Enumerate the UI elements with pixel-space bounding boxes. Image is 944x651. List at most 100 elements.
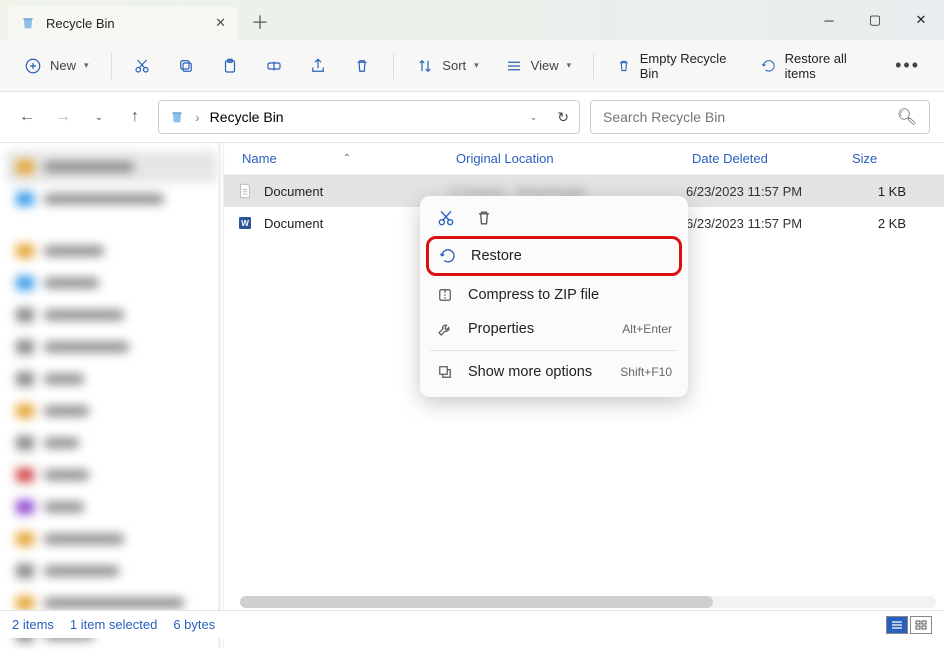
delete-button[interactable] bbox=[343, 51, 381, 81]
word-file-icon: W bbox=[236, 214, 254, 232]
sidebar-item[interactable] bbox=[6, 491, 217, 523]
view-label: View bbox=[531, 58, 559, 73]
chevron-down-icon: ▾ bbox=[474, 60, 479, 71]
restore-icon bbox=[439, 247, 457, 265]
thumbnails-view-button[interactable] bbox=[910, 616, 932, 634]
search-icon[interactable]: 🔍︎ bbox=[897, 107, 917, 127]
maximize-button[interactable]: ▢ bbox=[852, 0, 898, 40]
sidebar-item[interactable] bbox=[6, 459, 217, 491]
trash-icon bbox=[353, 57, 371, 75]
sort-asc-icon: ⌃ bbox=[343, 153, 351, 164]
empty-label: Empty Recycle Bin bbox=[640, 51, 735, 81]
sidebar-item[interactable] bbox=[6, 427, 217, 459]
ctx-properties-label: Properties bbox=[468, 321, 534, 337]
ctx-properties-shortcut: Alt+Enter bbox=[622, 322, 672, 336]
file-size: 1 KB bbox=[846, 184, 920, 199]
copy-icon bbox=[177, 57, 195, 75]
back-button[interactable]: ← bbox=[14, 104, 40, 130]
new-button[interactable]: New ▾ bbox=[14, 51, 99, 81]
details-view-button[interactable] bbox=[886, 616, 908, 634]
horizontal-scrollbar[interactable] bbox=[240, 596, 936, 608]
sidebar-item[interactable] bbox=[6, 267, 217, 299]
chevron-down-icon[interactable]: ⌄ bbox=[530, 112, 538, 123]
sidebar-item[interactable] bbox=[6, 363, 217, 395]
tab-title: Recycle Bin bbox=[46, 16, 115, 31]
window-controls: ─ ▢ ✕ bbox=[806, 0, 944, 40]
sidebar-item[interactable] bbox=[6, 331, 217, 363]
cut-button[interactable] bbox=[123, 51, 161, 81]
search-input[interactable] bbox=[603, 109, 897, 125]
recycle-bin-icon bbox=[169, 109, 185, 125]
recycle-bin-icon bbox=[20, 15, 36, 31]
sidebar bbox=[0, 143, 224, 648]
paste-icon bbox=[221, 57, 239, 75]
restore-highlight: Restore bbox=[426, 236, 682, 276]
restore-icon bbox=[761, 57, 777, 75]
view-icon bbox=[505, 57, 523, 75]
forward-button[interactable]: → bbox=[50, 104, 76, 130]
empty-bin-button[interactable]: Empty Recycle Bin bbox=[606, 45, 745, 87]
ctx-restore[interactable]: Restore bbox=[429, 239, 679, 273]
navbar: ← → ⌄ ↑ › Recycle Bin ⌄ ↻ 🔍︎ bbox=[0, 92, 944, 142]
ctx-more-label: Show more options bbox=[468, 364, 592, 380]
context-menu: Restore Compress to ZIP file Properties … bbox=[420, 196, 688, 397]
text-file-icon bbox=[236, 182, 254, 200]
view-button[interactable]: View ▾ bbox=[495, 51, 581, 81]
share-icon bbox=[309, 57, 327, 75]
paste-button[interactable] bbox=[211, 51, 249, 81]
ctx-restore-label: Restore bbox=[471, 248, 522, 264]
status-selection: 1 item selected bbox=[70, 617, 157, 632]
minimize-button[interactable]: ─ bbox=[806, 0, 852, 40]
sidebar-item[interactable] bbox=[6, 299, 217, 331]
file-name: Document bbox=[264, 216, 323, 231]
close-window-button[interactable]: ✕ bbox=[898, 0, 944, 40]
ctx-more-options[interactable]: Show more options Shift+F10 bbox=[426, 355, 682, 389]
new-label: New bbox=[50, 58, 76, 73]
tab-recycle-bin[interactable]: Recycle Bin ✕ bbox=[8, 6, 238, 40]
col-name-header[interactable]: Name⌃ bbox=[242, 151, 456, 166]
sidebar-item[interactable] bbox=[6, 151, 217, 183]
col-deleted-header[interactable]: Date Deleted bbox=[692, 151, 852, 166]
path-separator: › bbox=[195, 109, 200, 125]
address-path: Recycle Bin bbox=[210, 109, 284, 125]
ctx-compress[interactable]: Compress to ZIP file bbox=[426, 278, 682, 312]
trash-icon bbox=[616, 57, 632, 75]
search-box[interactable]: 🔍︎ bbox=[590, 100, 930, 134]
trash-icon[interactable] bbox=[474, 208, 494, 228]
toolbar: New ▾ Sort ▾ View ▾ Empty Recycle Bin Re… bbox=[0, 40, 944, 92]
file-name: Document bbox=[264, 184, 323, 199]
sidebar-item[interactable] bbox=[6, 235, 217, 267]
column-headers: Name⌃ Original Location Date Deleted Siz… bbox=[224, 143, 944, 175]
new-tab-button[interactable]: ＋ bbox=[244, 6, 276, 38]
tab-close-icon[interactable]: ✕ bbox=[215, 15, 226, 31]
ctx-properties[interactable]: Properties Alt+Enter bbox=[426, 312, 682, 346]
more-button[interactable]: ••• bbox=[885, 49, 930, 82]
copy-button[interactable] bbox=[167, 51, 205, 81]
status-bar: 2 items 1 item selected 6 bytes bbox=[0, 610, 944, 638]
up-button[interactable]: ↑ bbox=[122, 104, 148, 130]
rename-icon bbox=[265, 57, 283, 75]
chevron-down-icon: ▾ bbox=[567, 60, 572, 71]
restore-all-label: Restore all items bbox=[785, 51, 869, 81]
sidebar-item[interactable] bbox=[6, 555, 217, 587]
sort-icon bbox=[416, 57, 434, 75]
address-bar[interactable]: › Recycle Bin ⌄ ↻ bbox=[158, 100, 580, 134]
sidebar-item[interactable] bbox=[6, 395, 217, 427]
refresh-button[interactable]: ↻ bbox=[557, 109, 569, 126]
share-button[interactable] bbox=[299, 51, 337, 81]
plus-circle-icon bbox=[24, 57, 42, 75]
ctx-compress-label: Compress to ZIP file bbox=[468, 287, 599, 303]
restore-all-button[interactable]: Restore all items bbox=[751, 45, 879, 87]
sidebar-item[interactable] bbox=[6, 183, 217, 215]
recent-button[interactable]: ⌄ bbox=[86, 104, 112, 130]
sort-button[interactable]: Sort ▾ bbox=[406, 51, 488, 81]
col-size-header[interactable]: Size bbox=[852, 151, 926, 166]
titlebar: Recycle Bin ✕ ＋ ─ ▢ ✕ bbox=[0, 0, 944, 40]
cut-icon[interactable] bbox=[436, 208, 456, 228]
status-bytes: 6 bytes bbox=[173, 617, 215, 632]
sidebar-item[interactable] bbox=[6, 523, 217, 555]
svg-text:W: W bbox=[241, 219, 249, 228]
expand-icon bbox=[436, 363, 454, 381]
col-original-header[interactable]: Original Location bbox=[456, 151, 692, 166]
rename-button[interactable] bbox=[255, 51, 293, 81]
